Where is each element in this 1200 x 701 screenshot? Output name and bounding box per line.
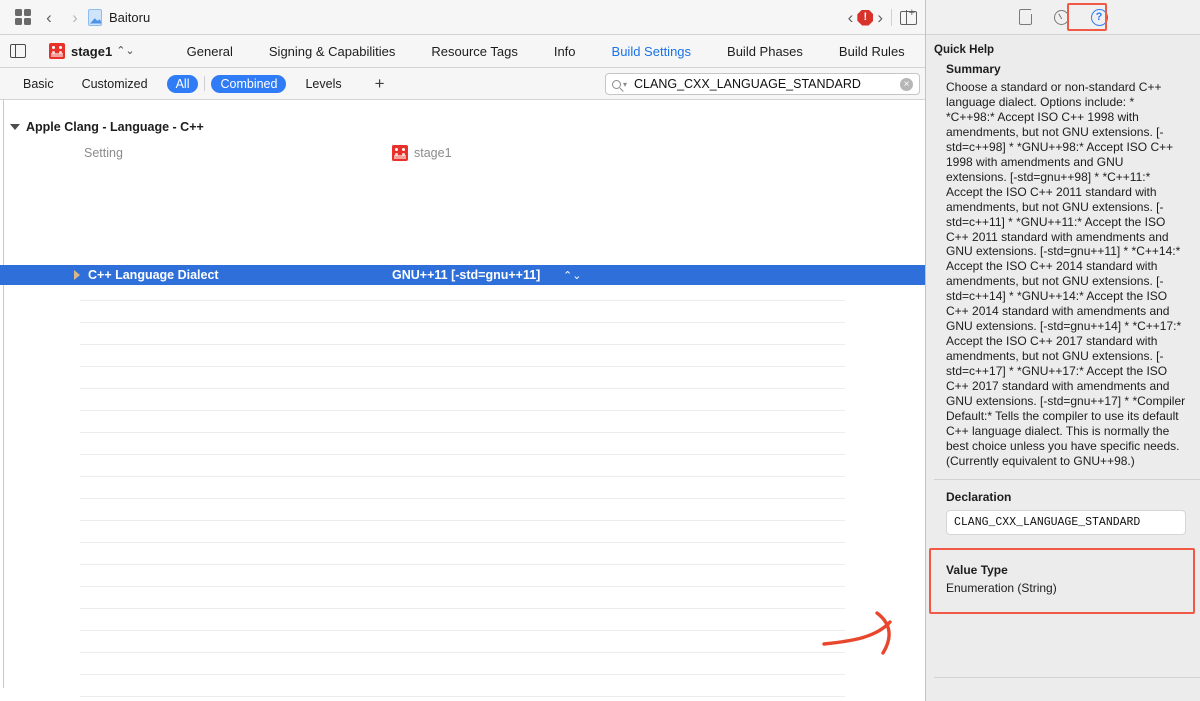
setting-value-label[interactable]: GNU++11 [-std=gnu++11]: [392, 268, 540, 282]
table-row-separator: [80, 564, 845, 565]
declaration-heading-wrap: Declaration: [926, 488, 1200, 504]
search-field[interactable]: ▾ CLANG_CXX_LANGUAGE_STANDARD ×: [605, 73, 920, 95]
grid-icon: [15, 9, 31, 25]
chevron-down-icon: ▾: [623, 79, 628, 89]
filter-all-button[interactable]: All: [166, 74, 199, 93]
table-row-separator: [80, 608, 845, 609]
table-row-separator: [80, 498, 845, 499]
declaration-section: Declaration CLANG_CXX_LANGUAGE_STANDARD: [926, 488, 1200, 535]
table-left-rule: [3, 100, 4, 688]
disclosure-triangle-down-icon[interactable]: [10, 124, 20, 130]
project-file-icon: [88, 8, 102, 26]
summary-text: Choose a standard or non-standard C++ la…: [946, 80, 1186, 468]
tab-list: General Signing & Capabilities Resource …: [169, 44, 923, 59]
target-name-label: stage1: [71, 43, 113, 59]
previous-issue-button[interactable]: ‹: [848, 9, 854, 26]
setting-name-label: C++ Language Dialect: [88, 268, 219, 282]
summary-section: Summary Choose a standard or non-standar…: [926, 56, 1200, 469]
inspector-toggle-icon[interactable]: [900, 8, 917, 25]
project-navigator-toggle-icon[interactable]: [10, 44, 26, 58]
project-name-label: Baitoru: [109, 9, 151, 25]
file-inspector-icon[interactable]: [1018, 9, 1032, 25]
filter-levels-button[interactable]: Levels: [296, 75, 350, 93]
table-row-separator: [80, 586, 845, 587]
filter-basic-button[interactable]: Basic: [14, 75, 63, 93]
filter-divider: [204, 76, 206, 91]
table-row-separator: [80, 674, 845, 675]
toolbar-divider: [891, 9, 892, 26]
filter-customized-button[interactable]: Customized: [73, 75, 157, 93]
table-row-separator: [80, 388, 845, 389]
inspector-tab-bar: ?: [926, 0, 1200, 35]
column-header-target-label: stage1: [414, 146, 452, 160]
tab-build-phases[interactable]: Build Phases: [709, 44, 821, 59]
tab-general[interactable]: General: [169, 44, 251, 59]
column-header-target: stage1: [392, 145, 452, 161]
error-count-label: !: [863, 11, 868, 23]
table-row-separator: [80, 432, 845, 433]
quick-help-content: Quick Help Summary Choose a standard or …: [926, 35, 1200, 701]
filter-combined-button[interactable]: Combined: [211, 74, 287, 93]
tab-signing-capabilities[interactable]: Signing & Capabilities: [251, 44, 413, 59]
search-icon: [612, 79, 621, 89]
tab-info[interactable]: Info: [536, 44, 594, 59]
target-selector[interactable]: stage1 ⌃⌄: [49, 43, 135, 59]
column-header-setting: Setting: [84, 146, 123, 160]
table-row-separator: [80, 410, 845, 411]
table-row-separator: [80, 366, 845, 367]
tab-build-settings[interactable]: Build Settings: [594, 44, 710, 59]
disclosure-triangle-right-icon[interactable]: [74, 270, 80, 280]
settings-group-label: Apple Clang - Language - C++: [26, 120, 204, 134]
table-header-row: Setting stage1: [0, 142, 925, 164]
highlight-box-declaration: [929, 548, 1195, 614]
target-tab-bar: stage1 ⌃⌄ General Signing & Capabilities…: [0, 35, 925, 68]
table-row-separator: [80, 476, 845, 477]
declaration-heading: Declaration: [946, 489, 1012, 504]
app-target-icon: [49, 43, 65, 59]
section-divider-2: [934, 677, 1200, 678]
build-settings-table: Apple Clang - Language - C++ Setting sta…: [0, 100, 925, 701]
chevron-left-icon: ‹: [46, 7, 52, 27]
search-input[interactable]: CLANG_CXX_LANGUAGE_STANDARD: [634, 77, 900, 91]
error-badge[interactable]: !: [857, 9, 874, 26]
editor-area: ‹ › Baitoru ‹ ! › stage1 ⌃⌄: [0, 0, 925, 701]
back-button[interactable]: ‹: [36, 4, 62, 30]
tab-build-rules[interactable]: Build Rules: [821, 44, 923, 59]
table-row-separator: [80, 344, 845, 345]
chevron-right-icon: ›: [72, 7, 78, 27]
declaration-value-field[interactable]: CLANG_CXX_LANGUAGE_STANDARD: [946, 509, 1186, 535]
annotation-arrow: [822, 611, 892, 655]
next-issue-button[interactable]: ›: [877, 9, 883, 26]
clear-search-icon[interactable]: ×: [900, 77, 913, 91]
table-row-separator: [80, 300, 845, 301]
forward-button[interactable]: ›: [62, 4, 88, 30]
summary-heading: Summary: [946, 62, 1001, 76]
settings-group-header[interactable]: Apple Clang - Language - C++: [0, 117, 204, 137]
table-row-separator: [80, 652, 845, 653]
tab-resource-tags[interactable]: Resource Tags: [413, 44, 535, 59]
table-row-separator: [80, 696, 845, 697]
value-stepper-icon[interactable]: ⌃⌄: [563, 269, 581, 282]
table-row-separator: [80, 542, 845, 543]
section-divider-1: [934, 478, 1200, 480]
table-row-separator: [80, 322, 845, 323]
highlight-box-help-icon: [1067, 3, 1107, 31]
table-row-separator: [80, 630, 845, 631]
navigator-toggle-button[interactable]: [10, 4, 36, 30]
build-settings-filter-bar: Basic Customized All Combined Levels + ▾…: [0, 68, 925, 100]
xcode-window: ‹ › Baitoru ‹ ! › stage1 ⌃⌄: [0, 0, 1200, 701]
inspector-panel: ? Quick Help Summary Choose a standard o…: [925, 0, 1200, 701]
table-row-separator: [80, 454, 845, 455]
quick-help-title: Quick Help: [934, 44, 995, 56]
app-target-icon-header: [392, 145, 408, 161]
table-row-separator: [80, 520, 845, 521]
add-user-defined-setting-button[interactable]: +: [365, 75, 395, 92]
chevron-updown-icon: ⌃⌄: [116, 44, 135, 57]
main-toolbar: ‹ › Baitoru ‹ ! ›: [0, 0, 925, 35]
table-row-cxx-language-dialect[interactable]: C++ Language Dialect GNU++11 [-std=gnu++…: [0, 265, 925, 285]
